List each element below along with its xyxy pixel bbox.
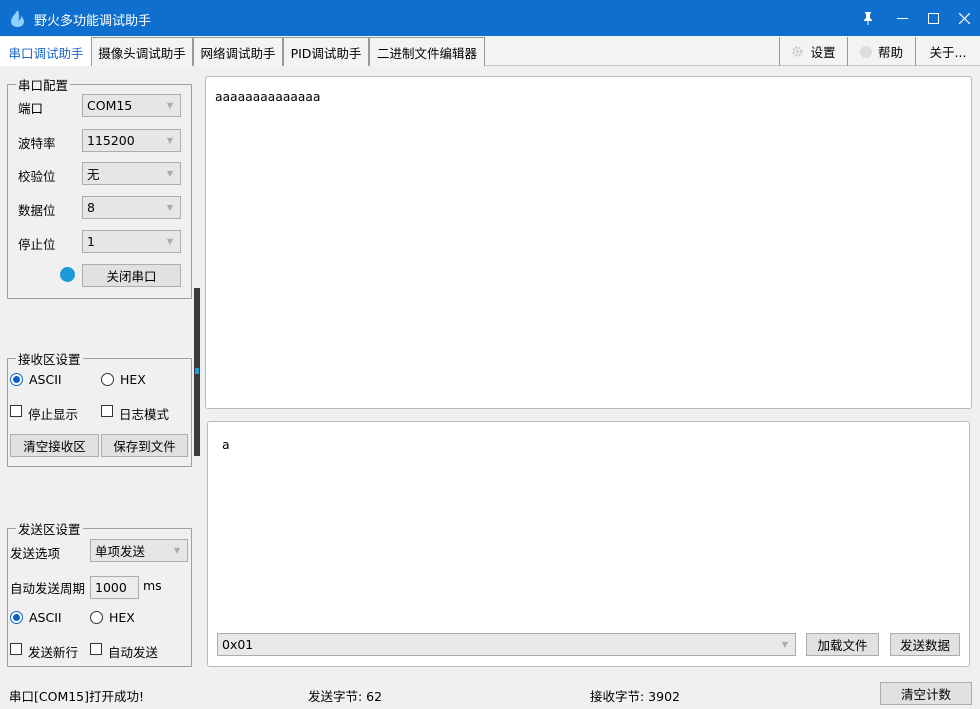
- clear-receive-button[interactable]: 清空接收区: [10, 434, 99, 457]
- send-option-label: 发送选项: [10, 546, 61, 561]
- auto-send-checkbox[interactable]: [90, 643, 102, 655]
- baud-value: 115200: [87, 133, 135, 148]
- send-option-select[interactable]: 单项发送 ▼: [90, 539, 188, 562]
- auto-send-label: 自动发送: [108, 645, 159, 660]
- received-bytes-count: 接收字节: 3902: [590, 689, 680, 704]
- parity-label: 校验位: [18, 169, 56, 184]
- load-file-button[interactable]: 加载文件: [806, 633, 879, 656]
- stopbits-label: 停止位: [18, 237, 56, 252]
- pin-icon[interactable]: [852, 0, 884, 36]
- chevron-down-icon: ▼: [166, 136, 173, 145]
- parity-select[interactable]: 无 ▼: [82, 162, 181, 185]
- clear-count-button[interactable]: 清空计数: [880, 682, 972, 705]
- databits-value: 8: [87, 200, 95, 215]
- gear-icon: [792, 46, 804, 57]
- status-message: 串口[COM15]打开成功!: [9, 689, 145, 704]
- auto-send-period-input[interactable]: 1000: [90, 576, 139, 599]
- port-status-led: [60, 267, 75, 282]
- send-ascii-radio[interactable]: [10, 611, 23, 624]
- parity-value: 无: [87, 167, 100, 182]
- baud-label: 波特率: [18, 136, 56, 151]
- receive-hex-label: HEX: [120, 372, 146, 387]
- settings-label: 设置: [810, 45, 836, 60]
- help-button[interactable]: 帮助: [847, 37, 915, 66]
- close-port-button[interactable]: 关闭串口: [82, 264, 181, 287]
- about-label: 关于...: [929, 45, 967, 60]
- send-hex-radio[interactable]: [90, 611, 103, 624]
- chevron-down-icon: ▼: [166, 203, 173, 212]
- send-history-value: 0x01: [222, 637, 254, 652]
- receive-hex-radio[interactable]: [101, 373, 114, 386]
- send-hex-label: HEX: [109, 610, 135, 625]
- port-label: 端口: [18, 101, 44, 116]
- settings-button[interactable]: 设置: [779, 37, 847, 66]
- baud-select[interactable]: 115200 ▼: [82, 129, 181, 152]
- send-text: a: [222, 437, 230, 452]
- stopbits-select[interactable]: 1 ▼: [82, 230, 181, 253]
- receive-settings-legend: 接收区设置: [18, 352, 81, 367]
- period-unit-label: ms: [143, 578, 162, 593]
- stop-display-checkbox[interactable]: [10, 405, 22, 417]
- receive-area[interactable]: aaaaaaaaaaaaaa: [205, 76, 972, 409]
- chevron-down-icon: ▼: [173, 546, 180, 555]
- send-newline-checkbox[interactable]: [10, 643, 22, 655]
- tab-camera[interactable]: 摄像头调试助手: [91, 37, 193, 66]
- databits-select[interactable]: 8 ▼: [82, 196, 181, 219]
- databits-label: 数据位: [18, 203, 56, 218]
- send-option-value: 单项发送: [95, 544, 146, 559]
- help-label: 帮助: [877, 45, 903, 60]
- send-data-button[interactable]: 发送数据: [890, 633, 960, 656]
- tab-bar: 串口调试助手 摄像头调试助手 网络调试助手 PID调试助手 二进制文件编辑器 设…: [0, 36, 980, 66]
- serial-config-legend: 串口配置: [18, 78, 69, 93]
- status-bar: 串口[COM15]打开成功! 发送字节: 62 接收字节: 3902 清空计数: [0, 680, 980, 709]
- tab-pid[interactable]: PID调试助手: [283, 37, 369, 66]
- receive-text: aaaaaaaaaaaaaa: [215, 89, 321, 104]
- stop-display-label: 停止显示: [28, 407, 79, 422]
- chevron-down-icon: ▼: [166, 237, 173, 246]
- maximize-icon[interactable]: [917, 0, 949, 36]
- port-select[interactable]: COM15 ▼: [82, 94, 181, 117]
- log-mode-label: 日志模式: [119, 407, 170, 422]
- help-icon: [859, 45, 872, 58]
- log-mode-checkbox[interactable]: [101, 405, 113, 417]
- panel-splitter[interactable]: [194, 288, 200, 456]
- port-value: COM15: [87, 98, 133, 113]
- splitter-grip-icon: [195, 368, 199, 374]
- flame-logo-icon: [11, 10, 24, 27]
- send-settings-legend: 发送区设置: [18, 522, 81, 537]
- auto-send-period-value: 1000: [95, 580, 127, 595]
- receive-ascii-radio[interactable]: [10, 373, 23, 386]
- send-newline-label: 发送新行: [28, 645, 79, 660]
- tab-binary-editor[interactable]: 二进制文件编辑器: [369, 37, 485, 66]
- chevron-down-icon: ▼: [166, 169, 173, 178]
- chevron-down-icon: ▼: [781, 640, 788, 649]
- send-area[interactable]: a: [207, 421, 970, 667]
- tab-serial[interactable]: 串口调试助手: [0, 37, 92, 66]
- tab-network[interactable]: 网络调试助手: [193, 37, 283, 66]
- title-bar: 野火多功能调试助手: [0, 0, 980, 36]
- send-history-select[interactable]: 0x01 ▼: [217, 633, 796, 656]
- save-to-file-button[interactable]: 保存到文件: [101, 434, 188, 457]
- receive-ascii-label: ASCII: [29, 372, 62, 387]
- sent-bytes-count: 发送字节: 62: [308, 689, 383, 704]
- window-title: 野火多功能调试助手: [34, 14, 152, 29]
- send-ascii-label: ASCII: [29, 610, 62, 625]
- stopbits-value: 1: [87, 234, 95, 249]
- minimize-icon[interactable]: [886, 0, 918, 36]
- about-button[interactable]: 关于...: [915, 37, 980, 66]
- auto-send-period-label: 自动发送周期: [10, 581, 86, 596]
- close-icon[interactable]: [948, 0, 980, 36]
- chevron-down-icon: ▼: [166, 101, 173, 110]
